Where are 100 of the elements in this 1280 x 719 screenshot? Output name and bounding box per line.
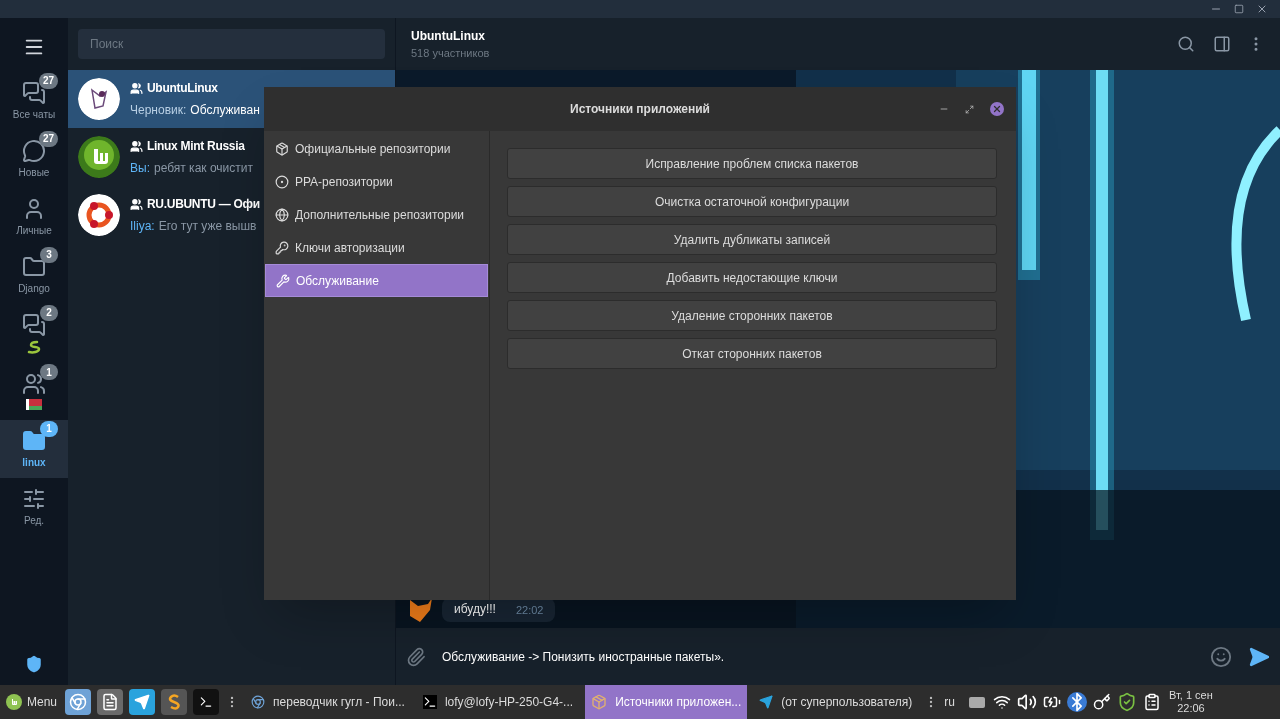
chat-icon bbox=[22, 312, 46, 337]
group-icon bbox=[130, 197, 143, 211]
member-count: 518 участников bbox=[411, 45, 490, 61]
unread-badge: 27 bbox=[38, 72, 58, 89]
search-field[interactable]: Поиск bbox=[78, 29, 385, 59]
panel-icon[interactable] bbox=[1213, 35, 1231, 53]
nav-item[interactable]: Обслуживание bbox=[265, 264, 488, 297]
clock-text: 22:06 bbox=[1177, 702, 1205, 715]
browser-launcher[interactable] bbox=[65, 689, 92, 715]
radio-icon bbox=[275, 174, 289, 189]
chat-preview: Обслуживан bbox=[190, 102, 260, 119]
avatar-icon bbox=[78, 136, 120, 178]
action-button[interactable]: Удалить дубликаты записей bbox=[507, 224, 997, 255]
unread-badge: 1 bbox=[40, 420, 58, 437]
terminal-launcher[interactable] bbox=[193, 689, 220, 715]
message-input[interactable]: Обслуживание -> Понизить иностранные пакеты». bbox=[442, 647, 1194, 666]
key-icon bbox=[275, 240, 289, 255]
message-text: ибуду!!! bbox=[454, 601, 496, 618]
close-button[interactable] bbox=[990, 102, 1004, 116]
folder-icon bbox=[22, 428, 46, 453]
terminal-icon bbox=[422, 695, 437, 709]
browser-icon bbox=[251, 695, 266, 709]
bluetooth-icon[interactable] bbox=[1067, 692, 1088, 712]
folder-label: Ред. bbox=[23, 513, 45, 528]
search-icon[interactable] bbox=[1177, 35, 1195, 53]
folder-tab[interactable]: Ред. bbox=[0, 478, 68, 536]
action-button[interactable]: Добавить недостающие ключи bbox=[507, 262, 997, 293]
folder-label: Все чаты bbox=[12, 107, 56, 122]
package-icon bbox=[275, 141, 289, 156]
folder-tab[interactable]: 27 Все чаты bbox=[0, 72, 68, 130]
close-icon[interactable] bbox=[1256, 3, 1268, 15]
chat-name: RU.UBUNTU — Офи bbox=[147, 196, 260, 213]
action-button[interactable]: Очистка остаточной конфигурации bbox=[507, 186, 997, 217]
keyboard-layout[interactable]: ru bbox=[944, 693, 956, 711]
nav-item[interactable]: Ключи авторизации bbox=[265, 231, 488, 264]
avatar-icon bbox=[78, 194, 120, 236]
dialog-title: Источники приложений bbox=[570, 101, 710, 118]
window-button[interactable]: lofy@lofy-HP-250-G4-... bbox=[416, 685, 580, 719]
telegram-launcher[interactable] bbox=[129, 689, 156, 715]
s-curve-icon bbox=[168, 694, 181, 710]
window-button[interactable]: переводчик гугл - Пои... bbox=[245, 685, 411, 719]
send-icon[interactable] bbox=[1248, 645, 1270, 668]
preview-sender: Черновик: bbox=[130, 102, 187, 119]
nav-item[interactable]: PPA-репозитории bbox=[265, 165, 488, 198]
document-icon bbox=[101, 693, 120, 711]
paper-plane-icon bbox=[759, 695, 774, 709]
message-time: 22:02 bbox=[515, 602, 544, 618]
terminal-icon bbox=[199, 695, 214, 709]
files-launcher[interactable] bbox=[97, 689, 124, 715]
folder-tab[interactable]: 2 bbox=[0, 304, 68, 362]
globe-icon bbox=[275, 207, 289, 222]
notes-icon[interactable] bbox=[1143, 693, 1162, 711]
folder-icon bbox=[22, 254, 46, 279]
preview-sender: Iliya: bbox=[130, 218, 155, 235]
folder-tab[interactable]: 1 linux bbox=[0, 420, 68, 478]
folder-label: Новые bbox=[18, 165, 50, 180]
unread-badge: 2 bbox=[40, 304, 58, 321]
folder-tab[interactable]: 3 Django bbox=[0, 246, 68, 304]
chat-title: UbuntuLinux bbox=[411, 27, 486, 45]
paper-plane-icon bbox=[134, 694, 151, 710]
preview-sender: Вы: bbox=[130, 160, 150, 177]
attach-icon[interactable] bbox=[406, 646, 426, 667]
window-button[interactable]: (от суперпользователя) bbox=[753, 685, 919, 719]
window-button[interactable]: Источники приложен... bbox=[585, 685, 748, 719]
folder-tab[interactable]: 1 bbox=[0, 362, 68, 420]
menu-button[interactable]: Menu bbox=[4, 693, 60, 711]
nav-item[interactable]: Официальные репозитории bbox=[265, 132, 488, 165]
shield-icon[interactable] bbox=[25, 655, 43, 673]
group-icon bbox=[130, 81, 143, 95]
action-button[interactable]: Исправление проблем списка пакетов bbox=[507, 148, 997, 179]
action-button[interactable]: Удаление сторонних пакетов bbox=[507, 300, 997, 331]
wifi-icon[interactable] bbox=[993, 693, 1012, 711]
package-icon bbox=[591, 694, 608, 710]
folder-label: Django bbox=[18, 281, 50, 296]
wrench-icon bbox=[276, 273, 290, 288]
chat-preview: ребят как очистит bbox=[153, 160, 253, 177]
folder-tab[interactable]: Личные bbox=[0, 188, 68, 246]
sliders-icon bbox=[22, 486, 46, 511]
maximize-icon[interactable] bbox=[1234, 4, 1244, 14]
action-button[interactable]: Откат сторонних пакетов bbox=[507, 338, 997, 369]
snake-icon bbox=[26, 339, 42, 354]
nav-item[interactable]: Дополнительные репозитории bbox=[265, 198, 488, 231]
volume-icon[interactable] bbox=[1017, 692, 1038, 712]
chat-name: Linux Mint Russia bbox=[147, 138, 245, 155]
editor-launcher[interactable] bbox=[161, 689, 188, 715]
flag-icon bbox=[26, 399, 42, 410]
shield-check-icon[interactable] bbox=[1117, 692, 1138, 712]
unread-badge: 1 bbox=[40, 364, 58, 380]
folder-label: linux bbox=[22, 455, 46, 470]
maximize-icon[interactable] bbox=[965, 104, 974, 114]
folder-label: Личные bbox=[16, 223, 52, 238]
people-icon bbox=[22, 372, 46, 396]
date-text: Вт, 1 сен bbox=[1169, 689, 1213, 702]
unread-badge: 3 bbox=[40, 246, 58, 263]
emoji-icon[interactable] bbox=[1210, 645, 1232, 668]
group-icon bbox=[130, 139, 143, 153]
mint-logo-icon bbox=[6, 694, 22, 710]
folder-tab[interactable]: 27 Новые bbox=[0, 130, 68, 188]
key-icon[interactable] bbox=[1093, 693, 1112, 711]
browser-icon bbox=[69, 693, 88, 711]
